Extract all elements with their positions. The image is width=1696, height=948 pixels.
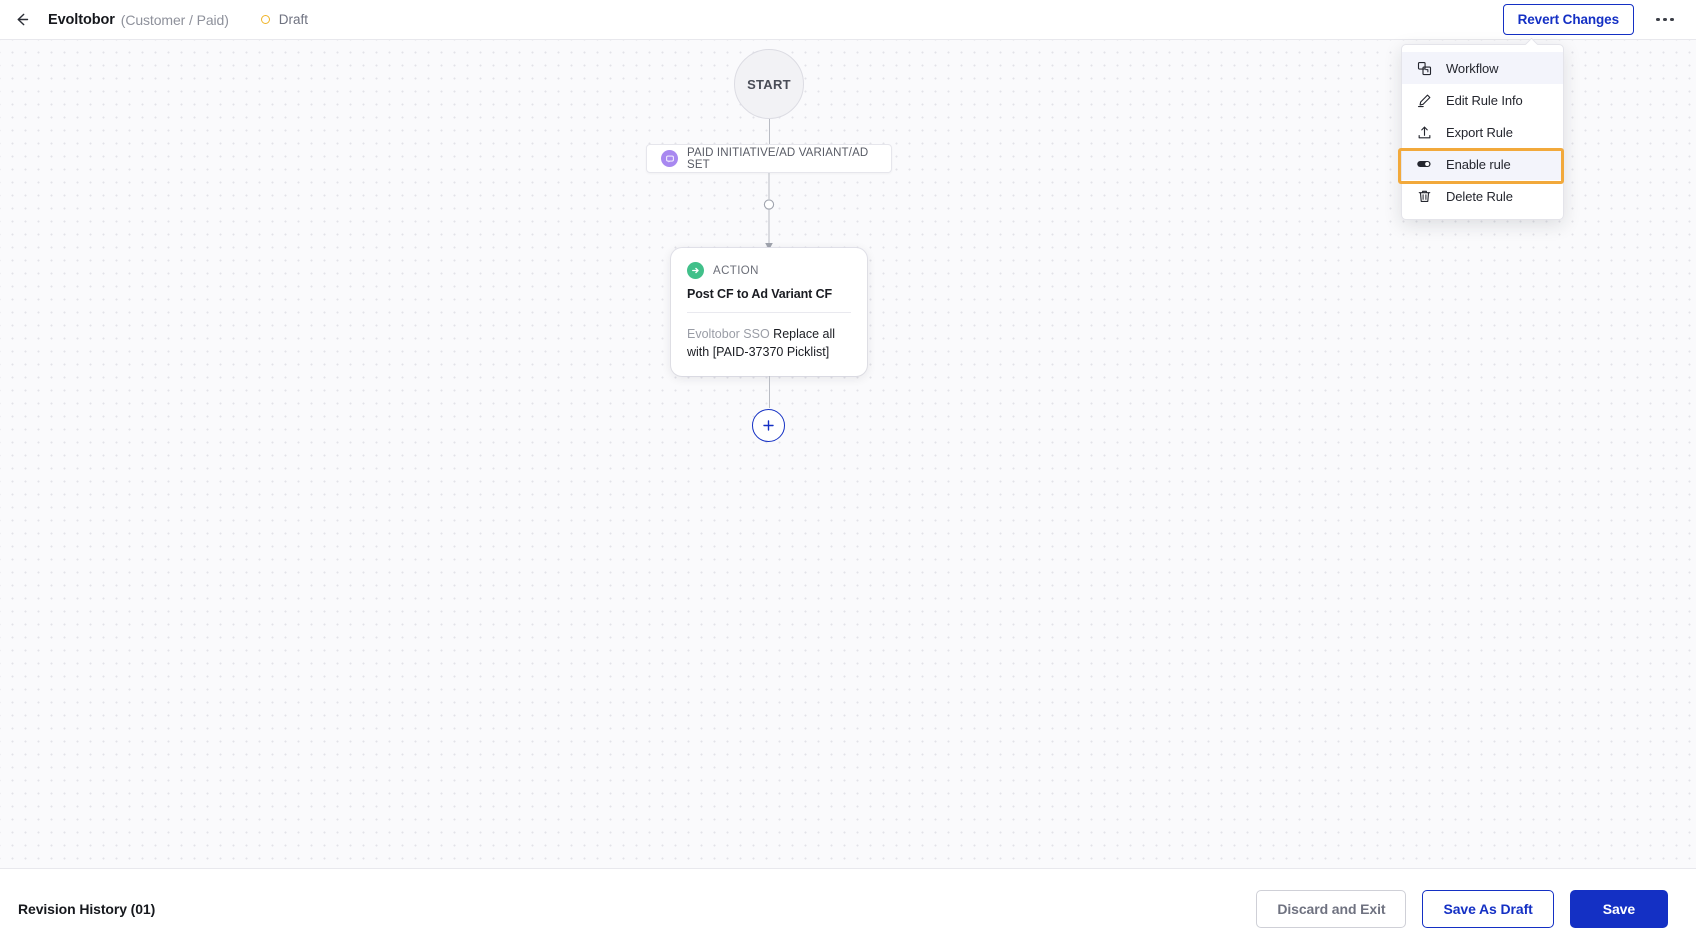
menu-item-delete-rule[interactable]: Delete Rule: [1402, 180, 1563, 212]
toggle-icon: [1416, 156, 1432, 172]
action-node-title: Post CF to Ad Variant CF: [687, 287, 833, 301]
add-step-button[interactable]: [752, 409, 785, 442]
more-options-button[interactable]: [1648, 3, 1682, 37]
connector-trigger-to-action: [759, 173, 779, 255]
connector-action-to-add: [768, 376, 770, 408]
arrow-left-icon: [12, 10, 31, 29]
save-button[interactable]: Save: [1569, 889, 1668, 928]
trigger-node[interactable]: PAID INITIATIVE/AD VARIANT/AD SET: [646, 144, 892, 173]
menu-item-label: Delete Rule: [1446, 188, 1513, 204]
revision-history-link[interactable]: Revision History (01): [18, 901, 155, 917]
upload-icon: [1416, 124, 1432, 140]
trash-icon: [1416, 188, 1432, 204]
page-title: Evoltobor: [48, 11, 115, 28]
menu-caret-icon: [1525, 38, 1538, 45]
trigger-node-label: PAID INITIATIVE/AD VARIANT/AD SET: [687, 146, 869, 171]
menu-item-edit-rule-info[interactable]: Edit Rule Info: [1402, 84, 1563, 116]
menu-item-workflow[interactable]: Workflow: [1402, 52, 1563, 84]
action-node-body-muted: Evoltobor SSO: [687, 327, 770, 341]
more-horizontal-icon: [1656, 17, 1674, 22]
top-bar: Evoltobor (Customer / Paid) Draft Revert…: [0, 0, 1696, 40]
workflow-icon: [1416, 60, 1432, 76]
top-bar-actions: Revert Changes: [1502, 3, 1696, 37]
save-as-draft-button[interactable]: Save As Draft: [1422, 889, 1554, 928]
bottom-bar-actions: Discard and Exit Save As Draft Save: [1256, 889, 1696, 928]
start-node[interactable]: START: [734, 49, 804, 119]
trigger-bubble-icon: [661, 150, 678, 167]
status-badge: Draft: [260, 12, 309, 27]
options-dropdown-menu[interactable]: Workflow Edit Rule Info Export Rule Enab…: [1401, 44, 1564, 220]
status-label: Draft: [278, 12, 309, 27]
action-node-body: Evoltobor SSO Replace all with [PAID-373…: [687, 325, 851, 361]
start-node-label: START: [747, 76, 791, 92]
action-node-divider: [687, 312, 851, 313]
menu-item-label: Edit Rule Info: [1446, 92, 1523, 108]
discard-and-exit-button[interactable]: Discard and Exit: [1256, 889, 1407, 928]
action-node-kind: ACTION: [713, 264, 759, 277]
action-node-header: ACTION: [687, 262, 851, 279]
menu-item-enable-rule[interactable]: Enable rule: [1402, 148, 1563, 180]
rule-scope-label: (Customer / Paid): [120, 11, 229, 28]
plus-icon: [761, 418, 776, 433]
menu-item-export-rule[interactable]: Export Rule: [1402, 116, 1563, 148]
menu-item-label: Enable rule: [1446, 156, 1511, 172]
action-node[interactable]: ACTION Post CF to Ad Variant CF Evoltobo…: [671, 248, 867, 376]
menu-item-label: Export Rule: [1446, 124, 1513, 140]
menu-item-label: Workflow: [1446, 60, 1499, 76]
bottom-bar: Revision History (01) Discard and Exit S…: [0, 868, 1696, 948]
pencil-icon: [1416, 92, 1432, 108]
connector-start-to-trigger: [768, 119, 770, 147]
revert-changes-button[interactable]: Revert Changes: [1502, 4, 1634, 35]
status-dot-icon: [260, 15, 270, 24]
arrow-circle-right-icon: [687, 262, 704, 279]
back-button[interactable]: [4, 3, 38, 37]
